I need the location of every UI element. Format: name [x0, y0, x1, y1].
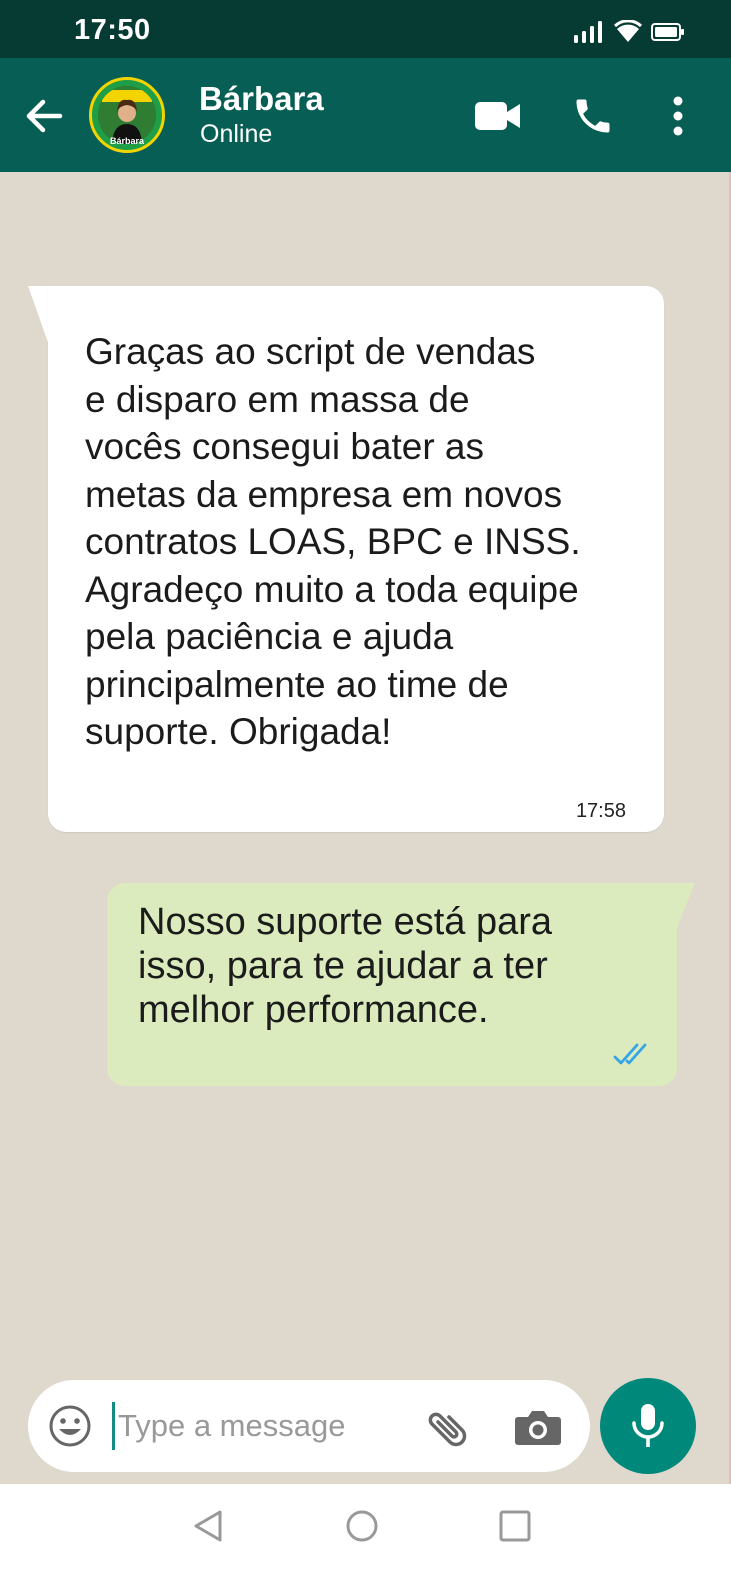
contact-name[interactable]: Bárbara — [199, 80, 324, 118]
outgoing-message[interactable]: Nosso suporte está para isso, para te aj… — [107, 883, 677, 1086]
message-line: Nosso suporte está para — [138, 901, 553, 943]
message-line: pela paciência e ajuda — [85, 616, 454, 657]
microphone-icon — [632, 1404, 664, 1447]
circle-home-icon — [346, 1510, 378, 1542]
message-line: metas da empresa em novos — [85, 473, 563, 515]
message-line: e disparo em massa de — [85, 378, 470, 420]
incoming-message-text: Graças ao script de vendas e disparo em … — [85, 328, 655, 756]
video-call-icon — [475, 102, 520, 130]
message-line: melhor performance. — [138, 989, 489, 1031]
phone-call-button[interactable] — [571, 94, 615, 143]
incoming-bubble-tail — [28, 286, 50, 348]
camera-button[interactable] — [514, 1407, 562, 1452]
message-line: suporte. Obrigada! — [85, 711, 392, 752]
outgoing-bubble-tail — [675, 883, 695, 933]
signal-icon — [573, 20, 605, 49]
emoji-button[interactable] — [48, 1404, 92, 1453]
text-cursor — [112, 1402, 115, 1450]
status-time: 17:50 — [74, 14, 151, 46]
avatar[interactable]: Bárbara — [89, 77, 165, 153]
status-bar: 17:50 — [0, 0, 731, 58]
message-line: isso, para te ajudar a ter — [138, 945, 548, 987]
battery-icon — [651, 23, 685, 46]
nav-back-button[interactable] — [190, 1508, 226, 1549]
back-button[interactable] — [22, 94, 66, 138]
emoji-icon — [49, 1405, 91, 1447]
more-options-button[interactable] — [668, 94, 688, 143]
chat-header: Bárbara Bárbara Online — [0, 58, 731, 172]
message-line: Graças ao script de vendas — [85, 331, 536, 372]
triangle-back-icon — [194, 1510, 222, 1542]
message-input[interactable] — [118, 1402, 408, 1450]
wifi-icon — [613, 19, 643, 49]
message-composer — [28, 1380, 590, 1472]
nav-home-button[interactable] — [344, 1508, 380, 1549]
contact-status: Online — [200, 120, 273, 148]
outgoing-message-text: Nosso suporte está para isso, para te aj… — [138, 900, 658, 1032]
message-timestamp: 17:58 — [575, 800, 626, 822]
square-recents-icon — [499, 1510, 531, 1542]
incoming-message[interactable]: Graças ao script de vendas e disparo em … — [48, 286, 664, 832]
message-line: Agradeço muito a toda equipe — [85, 568, 579, 610]
nav-recents-button[interactable] — [497, 1508, 533, 1549]
message-line: principalmente ao time de — [85, 663, 509, 705]
video-call-button[interactable] — [474, 98, 522, 139]
more-options-icon — [673, 96, 683, 136]
message-line: vocês consegui bater as — [85, 426, 485, 467]
phone-call-icon — [576, 99, 610, 133]
status-icons — [573, 19, 685, 49]
camera-icon — [515, 1411, 561, 1445]
read-ticks-icon — [613, 1039, 655, 1072]
avatar-label: Bárbara — [109, 136, 145, 146]
attach-button[interactable] — [422, 1404, 468, 1455]
message-line: contratos LOAS, BPC e INSS. — [85, 521, 581, 562]
voice-record-button[interactable] — [600, 1378, 696, 1474]
navigation-bar — [0, 1484, 731, 1584]
paperclip-icon — [428, 1412, 467, 1447]
back-arrow-icon — [26, 99, 63, 133]
